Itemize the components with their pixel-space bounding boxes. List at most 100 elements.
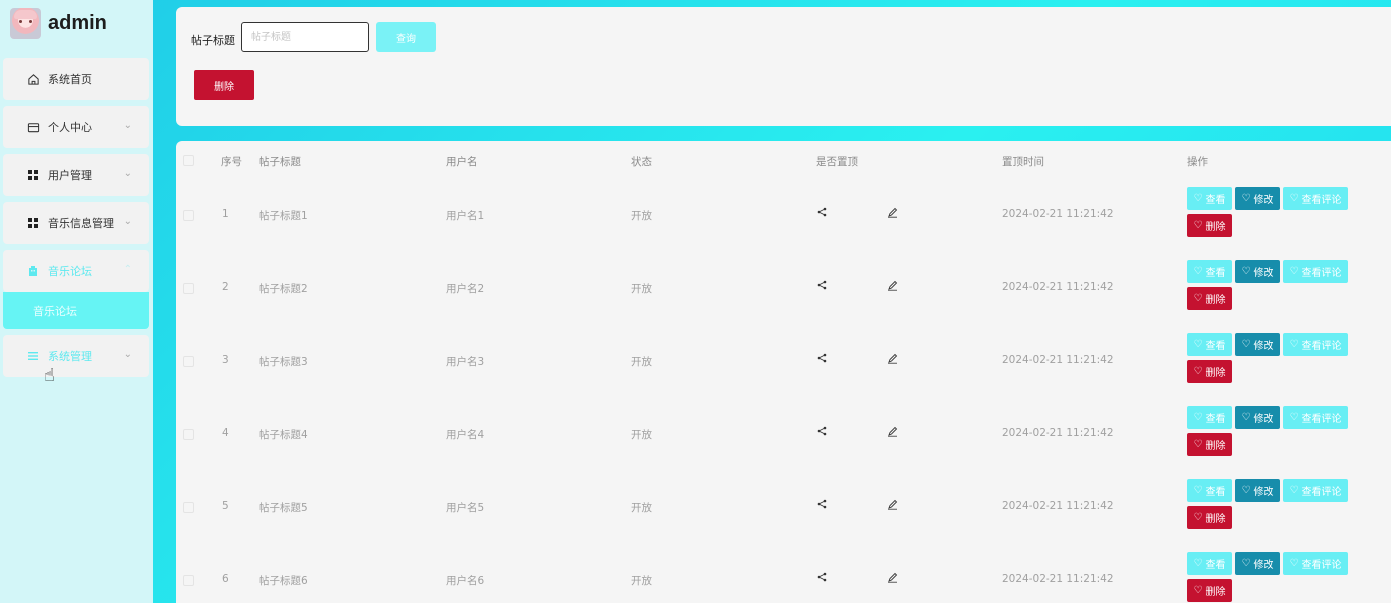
row-status: 开放 bbox=[631, 210, 652, 222]
row-checkbox[interactable] bbox=[183, 210, 194, 221]
row-status: 开放 bbox=[631, 429, 652, 441]
delete-button[interactable]: ♡ 删除 bbox=[1187, 579, 1232, 602]
heart-icon: ♡ bbox=[1193, 266, 1203, 277]
row-username: 用户名3 bbox=[446, 356, 485, 368]
view-button[interactable]: ♡ 查看 bbox=[1187, 187, 1232, 210]
view-button[interactable]: ♡ 查看 bbox=[1187, 333, 1232, 356]
row-index: 2 bbox=[222, 281, 229, 293]
table-row: 1 帖子标题1 用户名1 开放 2024-02-21 11:21:42 ♡ 查看 … bbox=[176, 179, 1391, 252]
edit-button[interactable]: ♡ 修改 bbox=[1235, 479, 1280, 502]
sidebar-item-system[interactable]: 系统管理 ⌄ bbox=[3, 335, 149, 377]
row-username: 用户名5 bbox=[446, 502, 485, 514]
sidebar-item-music-info[interactable]: 音乐信息管理 ⌄ bbox=[3, 202, 149, 244]
view-comments-button[interactable]: ♡ 查看评论 bbox=[1283, 479, 1348, 502]
heart-icon: ♡ bbox=[1289, 193, 1299, 204]
column-header-actions: 操作 bbox=[1187, 156, 1208, 168]
edit-pencil-icon[interactable] bbox=[887, 353, 898, 367]
chevron-down-icon: ⌄ bbox=[123, 349, 132, 360]
grid-icon bbox=[25, 167, 41, 183]
row-status: 开放 bbox=[631, 575, 652, 587]
delete-button[interactable]: ♡ 删除 bbox=[1187, 506, 1232, 529]
submenu-item-music-forum[interactable]: 音乐论坛 bbox=[3, 292, 149, 329]
view-comments-button[interactable]: ♡ 查看评论 bbox=[1283, 552, 1348, 575]
view-comments-button[interactable]: ♡ 查看评论 bbox=[1283, 406, 1348, 429]
row-index: 4 bbox=[222, 427, 229, 439]
share-icon[interactable] bbox=[817, 426, 827, 439]
edit-button[interactable]: ♡ 修改 bbox=[1235, 552, 1280, 575]
heart-icon: ♡ bbox=[1289, 339, 1299, 350]
row-title: 帖子标题4 bbox=[259, 429, 308, 441]
edit-button[interactable]: ♡ 修改 bbox=[1235, 187, 1280, 210]
view-button[interactable]: ♡ 查看 bbox=[1187, 260, 1232, 283]
heart-icon: ♡ bbox=[1241, 193, 1251, 204]
sidebar-item-home[interactable]: 系统首页 bbox=[3, 58, 149, 100]
heart-icon: ♡ bbox=[1193, 585, 1203, 596]
row-checkbox[interactable] bbox=[183, 283, 194, 294]
username-label: admin bbox=[48, 11, 107, 34]
batch-delete-button[interactable]: 删除 bbox=[194, 70, 254, 100]
share-icon[interactable] bbox=[817, 353, 827, 366]
sidebar-item-label: 系统管理 bbox=[48, 350, 92, 363]
edit-pencil-icon[interactable] bbox=[887, 572, 898, 586]
share-icon[interactable] bbox=[817, 572, 827, 585]
heart-icon: ♡ bbox=[1193, 512, 1203, 523]
avatar[interactable] bbox=[10, 7, 41, 39]
heart-icon: ♡ bbox=[1193, 293, 1203, 304]
building-icon bbox=[25, 263, 41, 279]
delete-button[interactable]: ♡ 删除 bbox=[1187, 287, 1232, 310]
row-index: 3 bbox=[222, 354, 229, 366]
heart-icon: ♡ bbox=[1241, 485, 1251, 496]
heart-icon: ♡ bbox=[1241, 266, 1251, 277]
heart-icon: ♡ bbox=[1241, 339, 1251, 350]
query-button[interactable]: 查询 bbox=[376, 22, 436, 52]
view-comments-button[interactable]: ♡ 查看评论 bbox=[1283, 187, 1348, 210]
edit-pencil-icon[interactable] bbox=[887, 280, 898, 294]
row-status: 开放 bbox=[631, 502, 652, 514]
heart-icon: ♡ bbox=[1289, 266, 1299, 277]
sidebar-item-users[interactable]: 用户管理 ⌄ bbox=[3, 154, 149, 196]
table-row: 3 帖子标题3 用户名3 开放 2024-02-21 11:21:42 ♡ 查看 … bbox=[176, 325, 1391, 398]
chevron-down-icon: ⌄ bbox=[123, 168, 132, 179]
view-button[interactable]: ♡ 查看 bbox=[1187, 552, 1232, 575]
hand-cursor-icon: ☝ bbox=[44, 365, 55, 386]
row-checkbox[interactable] bbox=[183, 502, 194, 513]
sidebar-item-music-forum[interactable]: 音乐论坛 ⌃ bbox=[3, 250, 149, 292]
row-username: 用户名6 bbox=[446, 575, 485, 587]
column-header-pinned-time: 置顶时间 bbox=[1002, 156, 1044, 168]
heart-icon: ♡ bbox=[1193, 558, 1203, 569]
view-button[interactable]: ♡ 查看 bbox=[1187, 406, 1232, 429]
row-checkbox[interactable] bbox=[183, 575, 194, 586]
view-comments-button[interactable]: ♡ 查看评论 bbox=[1283, 260, 1348, 283]
delete-button[interactable]: ♡ 删除 bbox=[1187, 214, 1232, 237]
delete-button[interactable]: ♡ 删除 bbox=[1187, 433, 1232, 456]
chevron-up-icon: ⌃ bbox=[123, 264, 132, 275]
column-header-username: 用户名 bbox=[446, 156, 478, 168]
share-icon[interactable] bbox=[817, 499, 827, 512]
view-button[interactable]: ♡ 查看 bbox=[1187, 479, 1232, 502]
row-checkbox[interactable] bbox=[183, 356, 194, 367]
chevron-down-icon: ⌄ bbox=[123, 216, 132, 227]
row-pinned-time: 2024-02-21 11:21:42 bbox=[1002, 281, 1114, 293]
share-icon[interactable] bbox=[817, 207, 827, 220]
heart-icon: ♡ bbox=[1289, 558, 1299, 569]
edit-pencil-icon[interactable] bbox=[887, 207, 898, 221]
brand: admin bbox=[10, 7, 107, 39]
delete-button[interactable]: ♡ 删除 bbox=[1187, 360, 1232, 383]
row-checkbox[interactable] bbox=[183, 429, 194, 440]
edit-button[interactable]: ♡ 修改 bbox=[1235, 333, 1280, 356]
row-index: 5 bbox=[222, 500, 229, 512]
row-username: 用户名2 bbox=[446, 283, 485, 295]
heart-icon: ♡ bbox=[1193, 220, 1203, 231]
select-all-checkbox[interactable] bbox=[183, 155, 194, 166]
edit-pencil-icon[interactable] bbox=[887, 499, 898, 513]
edit-pencil-icon[interactable] bbox=[887, 426, 898, 440]
search-input[interactable] bbox=[241, 22, 369, 52]
sidebar-item-profile[interactable]: 个人中心 ⌄ bbox=[3, 106, 149, 148]
column-header-pinned: 是否置顶 bbox=[816, 156, 858, 168]
heart-icon: ♡ bbox=[1193, 366, 1203, 377]
edit-button[interactable]: ♡ 修改 bbox=[1235, 406, 1280, 429]
share-icon[interactable] bbox=[817, 280, 827, 293]
edit-button[interactable]: ♡ 修改 bbox=[1235, 260, 1280, 283]
view-comments-button[interactable]: ♡ 查看评论 bbox=[1283, 333, 1348, 356]
heart-icon: ♡ bbox=[1241, 412, 1251, 423]
